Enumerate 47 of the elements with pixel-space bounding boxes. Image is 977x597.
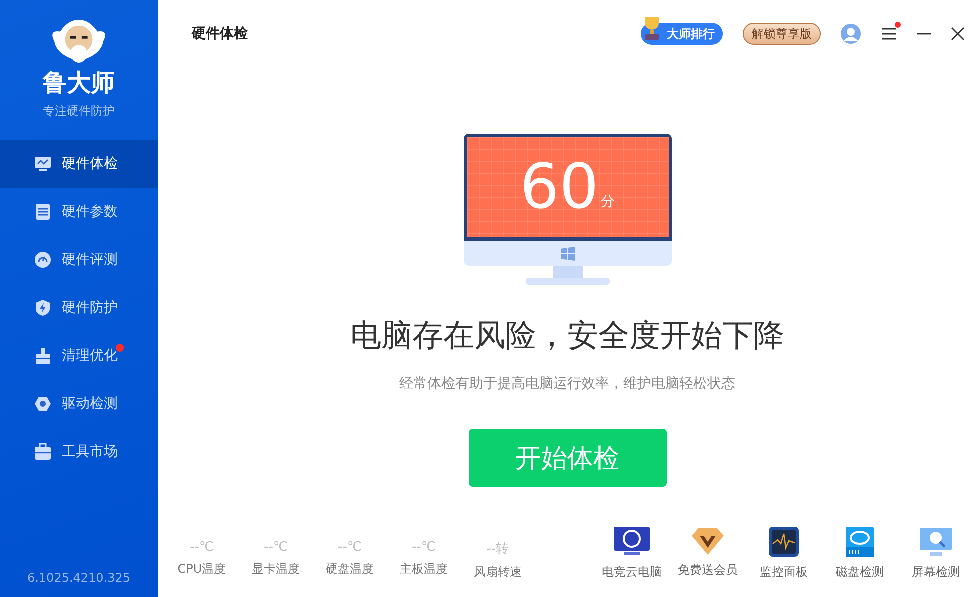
monitor-icon	[34, 155, 52, 173]
shield-icon	[34, 299, 52, 317]
sensor-value: --℃	[412, 540, 436, 555]
score-unit: 分	[600, 193, 615, 211]
sidebar-item[interactable]: 工具市场	[0, 428, 158, 476]
tool-shortcut[interactable]: 免费送会员	[677, 526, 739, 581]
screen-magnifier-icon	[918, 526, 954, 558]
brand-slogan: 专注硬件防护	[43, 103, 115, 120]
tool-shortcut[interactable]: 磁盘检测	[829, 526, 891, 581]
sensor-value: --℃	[264, 540, 288, 555]
sensor-label: 硬盘温度	[326, 561, 374, 578]
sensor-label: 主板温度	[400, 561, 448, 578]
brush-icon	[34, 347, 52, 365]
sensor-label: CPU温度	[178, 561, 226, 578]
sensor-value: --转	[486, 541, 510, 558]
tool-shortcut[interactable]: 电竞云电脑	[601, 526, 663, 581]
waveform-panel-icon	[768, 526, 800, 558]
sidebar-item[interactable]: 硬件防护	[0, 284, 158, 332]
status-subtext: 经常体检有助于提高电脑运行效率，维护电脑轻松状态	[400, 375, 736, 393]
brand-name: 鲁大师	[43, 68, 115, 99]
sidebar-item[interactable]: 硬件评测	[0, 236, 158, 284]
diamond-icon	[691, 526, 725, 556]
menu-icon[interactable]	[881, 27, 897, 41]
sidebar-item[interactable]: 硬件参数	[0, 188, 158, 236]
tool-shortcut[interactable]: 屏幕检测	[905, 526, 967, 581]
sensor-value: --℃	[338, 540, 362, 555]
gauge-icon	[34, 251, 52, 269]
page-title: 硬件体检	[192, 25, 248, 43]
toolbox-icon	[34, 443, 52, 461]
sensor-label: 显卡温度	[252, 561, 300, 578]
tool-shortcut[interactable]: 监控面板	[753, 526, 815, 581]
monitor-stand	[552, 266, 582, 278]
sensor-label: 风扇转速	[474, 564, 522, 581]
version-text: 6.1025.4210.325	[26, 571, 132, 587]
sidebar-item[interactable]: 驱动检测	[0, 380, 158, 428]
hard-drive-icon	[844, 526, 876, 558]
monitor-icon	[612, 526, 652, 558]
sidebar-item[interactable]: 清理优化	[0, 332, 158, 380]
close-icon[interactable]	[951, 27, 965, 41]
windows-logo-icon	[560, 246, 574, 260]
sidebar-item[interactable]: 硬件体检	[0, 140, 158, 188]
sensor-value: --℃	[190, 540, 214, 555]
hex-nut-icon	[34, 395, 52, 413]
status-headline: 电脑存在风险，安全度开始下降	[350, 317, 784, 356]
ranking-button[interactable]: 大师排行	[641, 23, 723, 45]
unlock-premium-button[interactable]: 解锁尊享版	[743, 23, 821, 45]
score-value: 60	[520, 156, 599, 218]
